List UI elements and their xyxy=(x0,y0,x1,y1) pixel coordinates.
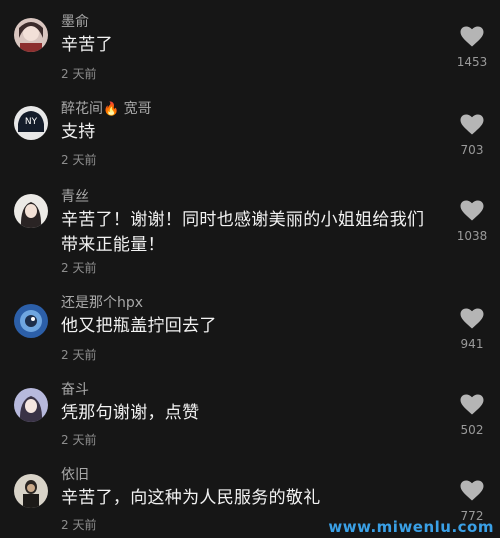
comment-text: 他又把瓶盖拧回去了 xyxy=(61,316,217,336)
username-name: 醉花间 xyxy=(61,101,103,117)
heart-icon xyxy=(460,480,484,501)
heart-icon xyxy=(460,114,484,135)
comment-time: 2 天前 xyxy=(61,348,97,362)
username[interactable]: 依旧 xyxy=(61,466,89,484)
comment-item: 奋斗 凭那句谢谢，点赞 2 天前 502 xyxy=(0,374,500,460)
avatar[interactable]: NY xyxy=(14,106,48,140)
comment-text: 支持 xyxy=(61,122,96,142)
like-button[interactable]: 1453 xyxy=(450,26,494,69)
comment-item: 墨俞 辛苦了 2 天前 1453 xyxy=(0,0,500,90)
comment-text: 凭那句谢谢，点赞 xyxy=(61,403,200,423)
comment-time: 2 天前 xyxy=(61,261,97,275)
heart-icon xyxy=(460,308,484,329)
svg-text:NY: NY xyxy=(25,117,38,127)
comment-time: 2 天前 xyxy=(61,67,97,81)
avatar[interactable] xyxy=(14,194,48,228)
like-button[interactable]: 1038 xyxy=(450,200,494,243)
like-button[interactable]: 703 xyxy=(450,114,494,157)
watermark: www.miwenlu.com xyxy=(328,518,494,536)
like-count: 703 xyxy=(460,143,484,157)
username[interactable]: 还是那个hpx xyxy=(61,294,143,312)
comment-time: 2 天前 xyxy=(61,433,97,447)
comment-text: 辛苦了，向这种为人民服务的敬礼 xyxy=(61,488,321,508)
flame-icon: 🔥 xyxy=(103,102,120,117)
username-suffix: 宽哥 xyxy=(123,101,152,117)
like-count: 1038 xyxy=(456,229,488,243)
like-count: 1453 xyxy=(456,55,488,69)
avatar[interactable] xyxy=(14,388,48,422)
comment-time: 2 天前 xyxy=(61,518,97,532)
comment-item: 还是那个hpx 他又把瓶盖拧回去了 2 天前 941 xyxy=(0,288,500,374)
like-count: 941 xyxy=(460,337,484,351)
heart-icon xyxy=(460,26,484,47)
avatar[interactable] xyxy=(14,304,48,338)
comment-item: 青丝 辛苦了！谢谢！同时也感谢美丽的小姐姐给我们带来正能量！ 2 天前 1038 xyxy=(0,178,500,288)
comment-text: 辛苦了！谢谢！同时也感谢美丽的小姐姐给我们带来正能量！ xyxy=(61,210,425,255)
like-button[interactable]: 941 xyxy=(450,308,494,351)
username[interactable]: 醉花间🔥 宽哥 xyxy=(61,100,152,119)
avatar[interactable] xyxy=(14,474,48,508)
username[interactable]: 青丝 xyxy=(61,188,89,206)
comment-time: 2 天前 xyxy=(61,153,97,167)
comment-item: NY 醉花间🔥 宽哥 支持 2 天前 703 xyxy=(0,90,500,178)
avatar[interactable] xyxy=(14,18,48,52)
like-button[interactable]: 772 xyxy=(450,480,494,523)
like-count: 502 xyxy=(460,423,484,437)
username[interactable]: 墨俞 xyxy=(61,13,89,31)
username[interactable]: 奋斗 xyxy=(61,381,89,399)
heart-icon xyxy=(460,394,484,415)
like-button[interactable]: 502 xyxy=(450,394,494,437)
heart-icon xyxy=(460,200,484,221)
comment-text: 辛苦了 xyxy=(61,35,113,55)
